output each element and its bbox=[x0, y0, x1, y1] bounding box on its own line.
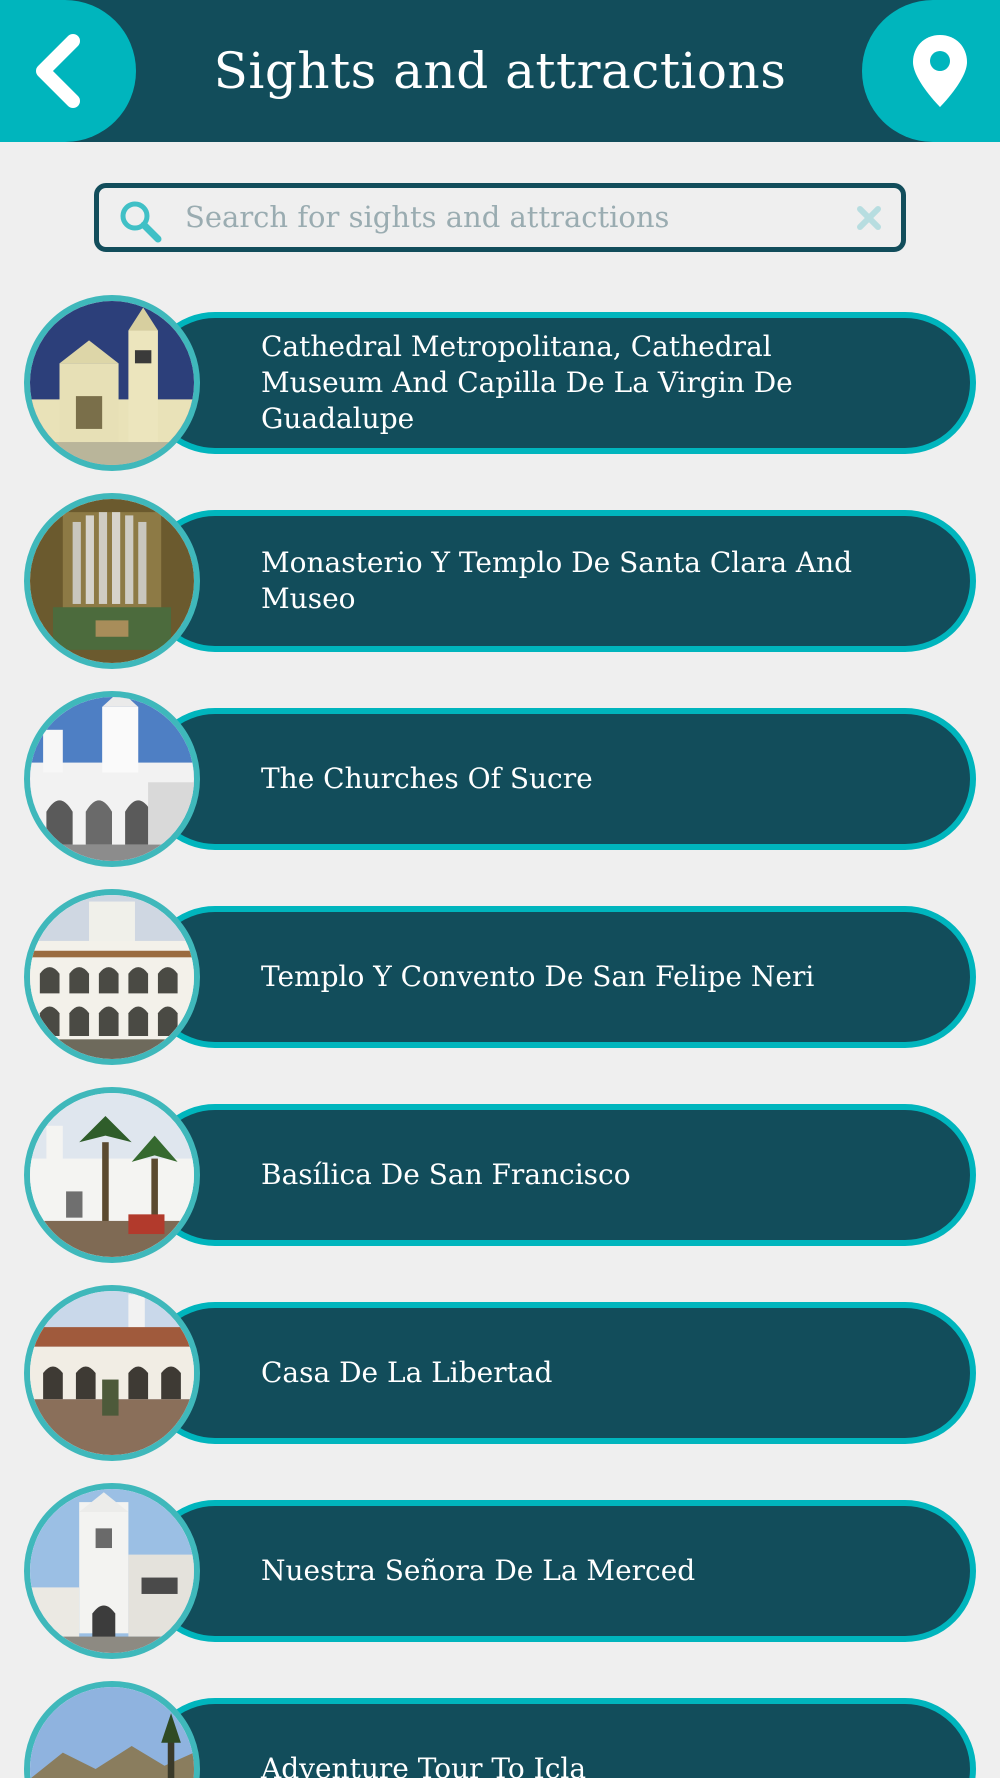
list-item[interactable]: Nuestra Señora De La Merced bbox=[24, 1483, 976, 1659]
item-thumbnail bbox=[24, 1681, 200, 1778]
item-name: Monasterio Y Templo De Santa Clara And M… bbox=[261, 546, 853, 615]
list-item[interactable]: Monasterio Y Templo De Santa Clara And M… bbox=[24, 493, 976, 669]
map-button[interactable] bbox=[862, 0, 1000, 142]
item-name: The Churches Of Sucre bbox=[261, 762, 593, 795]
item-name: Nuestra Señora De La Merced bbox=[261, 1554, 696, 1587]
list-item[interactable]: Templo Y Convento De San Felipe Neri bbox=[24, 889, 976, 1065]
item-thumbnail bbox=[24, 889, 200, 1065]
search-input[interactable] bbox=[185, 194, 825, 240]
item-thumbnail bbox=[24, 1285, 200, 1461]
list-item[interactable]: The Churches Of Sucre bbox=[24, 691, 976, 867]
close-icon[interactable] bbox=[853, 202, 885, 234]
map-pin-icon bbox=[913, 35, 967, 107]
item-name: Cathedral Metropolitana, Cathedral Museu… bbox=[261, 330, 793, 435]
page-title: Sights and attractions bbox=[213, 42, 787, 100]
item-thumbnail bbox=[24, 295, 200, 471]
list-item[interactable]: Cathedral Metropolitana, Cathedral Museu… bbox=[24, 295, 976, 471]
search-icon bbox=[120, 201, 162, 243]
item-thumbnail bbox=[24, 1087, 200, 1263]
item-thumbnail bbox=[24, 691, 200, 867]
item-name: Basílica De San Francisco bbox=[261, 1158, 631, 1191]
item-thumbnail bbox=[24, 1483, 200, 1659]
item-name: Templo Y Convento De San Felipe Neri bbox=[261, 960, 815, 993]
header-bar: Sights and attractions bbox=[0, 0, 1000, 142]
item-name: Adventure Tour To Icla bbox=[261, 1752, 587, 1778]
item-thumbnail bbox=[24, 493, 200, 669]
list-item[interactable]: Casa De La Libertad bbox=[24, 1285, 976, 1461]
list-item[interactable]: Basílica De San Francisco bbox=[24, 1087, 976, 1263]
list-item[interactable]: Adventure Tour To Icla bbox=[24, 1681, 976, 1778]
search-bar bbox=[94, 183, 906, 252]
item-name: Casa De La Libertad bbox=[261, 1356, 553, 1389]
